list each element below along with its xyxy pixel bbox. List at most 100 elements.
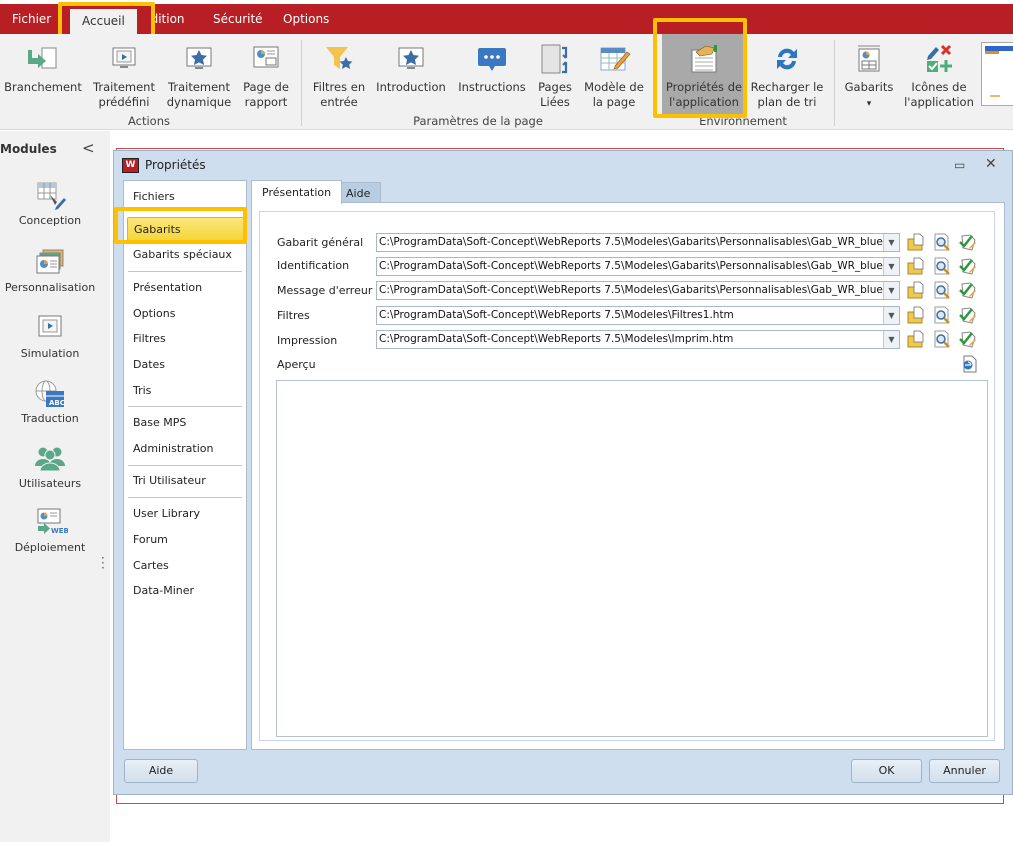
category-tri-utilisateur[interactable]: Tri Utilisateur (133, 474, 206, 487)
app-icons-icon (927, 44, 952, 72)
collapse-chevron-icon[interactable]: < (82, 139, 95, 157)
ribbon-button-instructions[interactable]: Instructions (455, 34, 529, 114)
ribbon-button-label: Traitement dynamique (166, 80, 232, 109)
browse-folder-icon[interactable] (905, 256, 925, 276)
ribbon-button-label: Traitement prédéfini (93, 80, 155, 109)
open-in-browser-icon[interactable] (959, 354, 979, 374)
validate-edit-icon[interactable] (957, 232, 977, 252)
module-deploiement[interactable]: WEB Déploiement (0, 508, 100, 554)
ribbon: Branchement Traitement prédéfini Traitem… (0, 34, 1013, 130)
module-conception[interactable]: Conception (0, 181, 100, 227)
svg-text:WEB: WEB (51, 527, 68, 535)
category-options[interactable]: Options (133, 307, 175, 320)
ribbon-button-gabarits[interactable]: Gabarits ▾ (842, 34, 896, 114)
category-administration[interactable]: Administration (133, 442, 214, 455)
menu-tab-edition[interactable]: Edition (154, 12, 185, 26)
category-user-library[interactable]: User Library (133, 507, 200, 520)
select-value: C:\ProgramData\Soft-Concept\WebReports 7… (379, 284, 883, 296)
ok-button[interactable]: OK (851, 759, 922, 783)
chevron-down-icon[interactable]: ▼ (883, 307, 899, 324)
menu-tab-accueil[interactable]: Accueil (70, 9, 137, 35)
filtres-select[interactable]: C:\ProgramData\Soft-Concept\WebReports 7… (376, 306, 900, 325)
ribbon-button-label: Recharger le plan de tri (750, 80, 824, 109)
category-forum[interactable]: Forum (133, 533, 168, 546)
chevron-down-icon[interactable]: ▼ (883, 331, 899, 348)
category-tris[interactable]: Tris (133, 384, 151, 397)
field-label-gabarit-general: Gabarit général (277, 236, 364, 249)
message-erreur-select[interactable]: C:\ProgramData\Soft-Concept\WebReports 7… (376, 281, 900, 300)
browse-folder-icon[interactable] (905, 305, 925, 325)
preview-label: Aperçu (277, 358, 316, 371)
ribbon-button-traitement-dynamique[interactable]: Traitement dynamique (163, 34, 235, 114)
preview-magnifier-icon[interactable] (932, 305, 952, 325)
menu-tab-options[interactable]: Options (283, 12, 329, 26)
browse-folder-icon[interactable] (905, 232, 925, 252)
menu-tab-securite[interactable]: Sécurité (213, 12, 263, 26)
ribbon-separator (834, 40, 835, 126)
monitor-star-icon (398, 47, 424, 69)
browse-folder-icon[interactable] (905, 329, 925, 349)
ribbon-button-traitement-predefini[interactable]: Traitement prédéfini (88, 34, 160, 114)
help-button[interactable]: Aide (124, 759, 198, 783)
close-icon[interactable]: ✕ (985, 156, 997, 172)
list-separator (128, 406, 242, 407)
field-label-filtres: Filtres (277, 309, 310, 322)
ribbon-button-modele-de-la-page[interactable]: Modèle de la page (583, 34, 645, 114)
field-label-message-erreur: Message d'erreur (277, 284, 373, 297)
preview-magnifier-icon[interactable] (932, 256, 952, 276)
ribbon-button-label: Branchement (4, 80, 82, 94)
module-simulation[interactable]: Simulation (0, 314, 100, 360)
category-base-mps[interactable]: Base MPS (133, 416, 186, 429)
chevron-down-icon[interactable]: ▼ (883, 258, 899, 275)
tab-presentation[interactable]: Présentation (251, 180, 343, 204)
module-label: Personnalisation (4, 281, 96, 294)
menu-tab-fichier[interactable]: Fichier (12, 12, 51, 26)
linked-pages-icon (541, 44, 568, 74)
validate-edit-icon[interactable] (957, 329, 977, 349)
module-utilisateurs[interactable]: Utilisateurs (0, 444, 100, 490)
category-gabarits-speciaux[interactable]: Gabarits spéciaux (133, 248, 232, 261)
speech-bubble-icon (478, 48, 506, 71)
validate-edit-icon[interactable] (957, 305, 977, 325)
module-label: Conception (18, 214, 82, 227)
preview-magnifier-icon[interactable] (932, 329, 952, 349)
category-dates[interactable]: Dates (133, 358, 165, 371)
ribbon-button-page-de-rapport[interactable]: Page de rapport (238, 34, 294, 114)
browse-folder-icon[interactable] (905, 280, 925, 300)
ribbon-button-proprietes-application[interactable]: Propriétés de l'application (662, 34, 746, 114)
impression-select[interactable]: C:\ProgramData\Soft-Concept\WebReports 7… (376, 330, 900, 349)
module-personnalisation[interactable]: Personnalisation (0, 248, 100, 294)
category-presentation[interactable]: Présentation (133, 281, 202, 294)
select-value: C:\ProgramData\Soft-Concept\WebReports 7… (379, 236, 883, 248)
branch-arrow-icon (28, 47, 57, 69)
validate-edit-icon[interactable] (957, 280, 977, 300)
app-logo-icon: W (122, 158, 139, 173)
category-cartes[interactable]: Cartes (133, 559, 169, 572)
category-gabarits[interactable]: Gabarits (127, 217, 244, 241)
ribbon-button-recharger-plan-de-tri[interactable]: Recharger le plan de tri (750, 34, 824, 114)
ribbon-button-introduction[interactable]: Introduction (373, 34, 449, 114)
menu-bar: Fichier Accueil Edition Sécurité Options (0, 4, 1013, 35)
category-filtres[interactable]: Filtres (133, 332, 166, 345)
preview-magnifier-icon[interactable] (932, 232, 952, 252)
validate-edit-icon[interactable] (957, 256, 977, 276)
ribbon-button-filtres-en-entree[interactable]: Filtres en entrée (308, 34, 370, 114)
ribbon-button-pages-liees[interactable]: Pages Liées (533, 34, 577, 114)
module-traduction[interactable]: ABC Traduction (0, 379, 100, 425)
preview-magnifier-icon[interactable] (932, 280, 952, 300)
ribbon-group-parametres-page: Paramètres de la page (413, 114, 543, 128)
ribbon-button-branchement[interactable]: Branchement (4, 34, 82, 114)
chevron-down-icon[interactable]: ▼ (883, 282, 899, 299)
restore-icon[interactable]: ▭ (954, 158, 965, 172)
category-fichiers[interactable]: Fichiers (133, 190, 175, 203)
page-template-pencil-icon (600, 47, 631, 71)
identification-select[interactable]: C:\ProgramData\Soft-Concept\WebReports 7… (376, 257, 900, 276)
panel-resize-grip[interactable]: · · · (101, 552, 105, 574)
category-data-miner[interactable]: Data-Miner (133, 584, 194, 597)
modules-panel: Modules < Conception Personnalisation Si… (0, 131, 110, 842)
gabarit-general-select[interactable]: C:\ProgramData\Soft-Concept\WebReports 7… (376, 233, 900, 252)
ribbon-button-icones-application[interactable]: Icônes de l'application (902, 34, 976, 114)
cancel-button[interactable]: Annuler (929, 759, 1000, 783)
page-preview-thumbnail[interactable] (981, 42, 1013, 106)
chevron-down-icon[interactable]: ▼ (883, 234, 899, 251)
